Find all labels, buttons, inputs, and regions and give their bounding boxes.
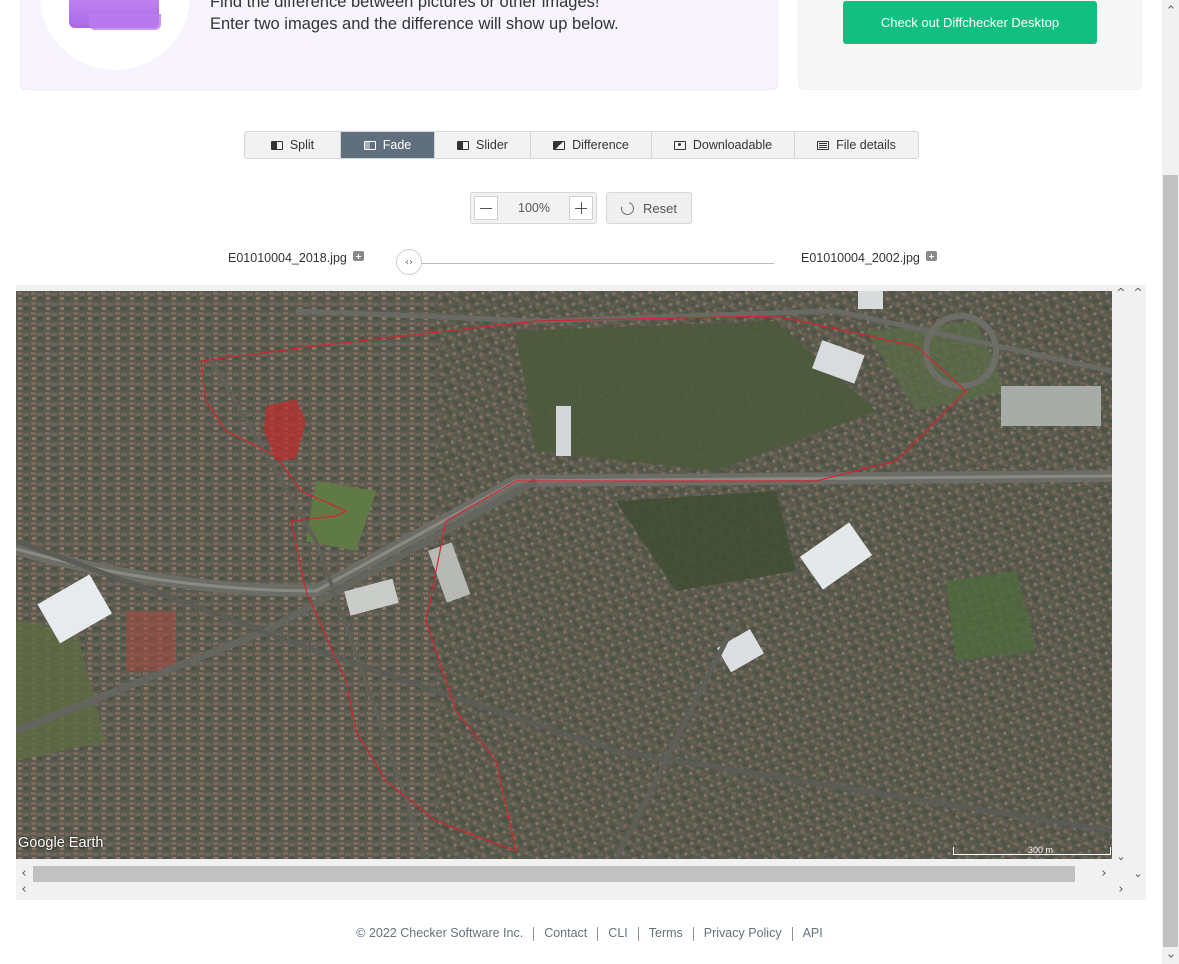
footer-divider [533, 926, 535, 941]
google-earth-watermark: Google Earth [18, 835, 104, 851]
tab-label: Slider [476, 138, 508, 152]
zoom-control: 100% [470, 192, 597, 224]
zoom-level: 100% [518, 201, 550, 215]
scroll-up-icon[interactable]: ^ [1133, 287, 1143, 298]
reset-icon [618, 199, 637, 217]
tab-downloadable[interactable]: Downloadable [652, 132, 795, 158]
footer-link-terms[interactable]: Terms [649, 926, 683, 940]
fade-slider-track[interactable] [409, 263, 774, 264]
fade-icon [363, 140, 376, 150]
tab-split[interactable]: Split [245, 132, 341, 158]
add-image-icon[interactable] [925, 251, 937, 261]
zoom-in-button[interactable] [569, 196, 593, 220]
scroll-right-icon[interactable]: › [1099, 867, 1109, 881]
tab-label: Fade [382, 138, 412, 152]
scale-label: 300 m [1028, 845, 1054, 855]
footer-divider [637, 926, 639, 941]
table-icon [817, 140, 830, 150]
right-file-name: E01010004_2002.jpg [801, 251, 920, 265]
footer-divider [791, 926, 793, 941]
footer: © 2022 Checker Software Inc. Contact CLI Te… [0, 926, 1179, 941]
view-mode-tabs: Split Fade Slider Difference Downloadabl… [244, 131, 919, 159]
left-file-name: E01010004_2018.jpg [228, 251, 347, 265]
zoom-out-button[interactable] [474, 196, 498, 220]
diffchecker-desktop-button[interactable]: Check out Diffchecker Desktop [843, 1, 1097, 44]
scroll-down-icon[interactable]: ⌄ [1116, 851, 1126, 862]
fade-slider-handle[interactable]: ‹› [396, 249, 422, 275]
difference-icon [553, 140, 566, 150]
tab-label: Split [289, 138, 315, 152]
copyright: © 2022 Checker Software Inc. [356, 926, 524, 940]
page-scroll-down-icon[interactable]: › [1163, 951, 1178, 961]
footer-divider [597, 926, 599, 941]
scroll-left-icon[interactable]: ‹ [19, 883, 29, 897]
reset-button[interactable]: Reset [606, 192, 692, 224]
hero-description-line2: Enter two images and the difference will… [210, 15, 619, 33]
footer-link-cli[interactable]: CLI [608, 926, 627, 940]
tab-file-details[interactable]: File details [795, 132, 918, 158]
reset-label: Reset [643, 200, 677, 216]
image-icon-back [89, 14, 161, 30]
footer-link-contact[interactable]: Contact [544, 926, 587, 940]
tab-label: Difference [572, 138, 629, 152]
add-image-icon[interactable] [352, 251, 364, 261]
slider-icon [457, 140, 470, 150]
tab-fade[interactable]: Fade [341, 132, 435, 158]
split-icon [270, 140, 283, 150]
hero-description-line1: Find the difference between pictures or … [210, 0, 600, 11]
download-icon [673, 140, 686, 150]
tab-label: Downloadable [692, 138, 773, 152]
scroll-right-icon[interactable]: › [1116, 883, 1126, 897]
scroll-left-icon[interactable]: ‹ [19, 867, 29, 881]
tab-slider[interactable]: Slider [435, 132, 531, 158]
comparison-image [16, 291, 1112, 859]
page-scrollbar-thumb[interactable] [1163, 175, 1178, 947]
tab-difference[interactable]: Difference [531, 132, 652, 158]
horizontal-scrollbar-thumb[interactable] [33, 866, 1075, 882]
tab-label: File details [836, 138, 896, 152]
footer-link-api[interactable]: API [803, 926, 823, 940]
scroll-up-icon[interactable]: ^ [1116, 287, 1126, 298]
right-file-label: E01010004_2002.jpg [801, 251, 937, 265]
footer-divider [692, 926, 694, 941]
scroll-down-icon[interactable]: ⌄ [1133, 868, 1143, 879]
left-file-label: E01010004_2018.jpg [228, 251, 364, 265]
page-scroll-up-icon[interactable]: ‹ [1163, 2, 1178, 12]
footer-link-privacy-policy[interactable]: Privacy Policy [704, 926, 782, 940]
